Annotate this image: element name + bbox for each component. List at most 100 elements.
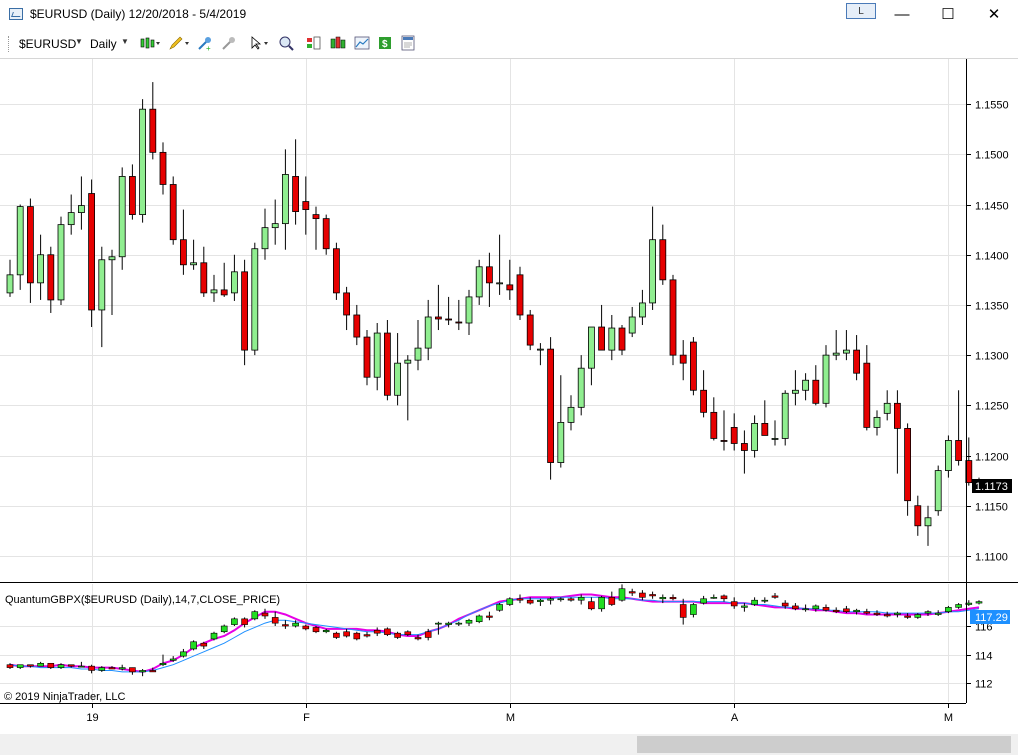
candle-body	[853, 349, 860, 374]
candle-body	[934, 470, 942, 512]
horizontal-scrollbar[interactable]	[0, 734, 1018, 755]
candle-body	[434, 316, 442, 320]
price-candle	[690, 337, 697, 396]
candle-body	[169, 184, 177, 241]
candle-body	[883, 402, 891, 414]
drawing-pencil-icon[interactable]	[168, 35, 190, 51]
candle-body	[220, 289, 228, 296]
data-box-icon[interactable]	[400, 35, 416, 51]
indicator-candle	[496, 603, 503, 612]
indicator-body	[526, 599, 534, 604]
close-icon[interactable]: ✕	[985, 6, 1003, 24]
candle-body	[557, 421, 565, 463]
candle-body	[312, 214, 320, 220]
insert-drawing-icon[interactable]: +	[197, 35, 213, 51]
candle-body	[241, 271, 249, 351]
chart-svg[interactable]: 1.1100 1.1150 1.1200 1.1250 1.1300 1.1350 1.14…	[0, 59, 1018, 734]
candle-body	[190, 262, 198, 266]
candle-body	[67, 212, 75, 226]
indicator-body	[516, 598, 524, 601]
indicator-body	[414, 637, 422, 640]
instrument-chevron-down-icon[interactable]: ▼	[75, 37, 83, 46]
minimize-icon[interactable]: —	[893, 6, 911, 24]
candle-body	[322, 218, 330, 250]
price-candle	[251, 242, 259, 356]
orders-dollar-icon[interactable]: $	[377, 35, 393, 51]
candle-body	[741, 443, 748, 451]
candle-body	[618, 327, 626, 351]
candle-body	[659, 239, 667, 281]
interval-chevron-down-icon[interactable]: ▼	[121, 37, 129, 46]
zoom-icon[interactable]	[278, 35, 294, 51]
maximize-icon[interactable]: ☐	[939, 6, 957, 24]
remove-drawing-icon[interactable]	[221, 35, 237, 51]
indicator-body	[812, 605, 820, 610]
candle-body	[679, 354, 687, 364]
indicator-body	[312, 627, 320, 633]
indicator-body	[210, 632, 218, 640]
time-tick-label: A	[731, 712, 739, 724]
strategies-icon[interactable]	[330, 35, 346, 51]
candle-body	[547, 348, 554, 463]
indicator-body	[822, 607, 830, 611]
indicator-body	[261, 612, 269, 617]
indicator-body	[27, 664, 34, 667]
indicator-candle	[506, 597, 514, 606]
candle-body	[210, 289, 218, 294]
indicator-body	[445, 622, 452, 625]
candle-body	[16, 206, 24, 276]
candle-body	[363, 336, 371, 378]
candle-body	[230, 271, 238, 294]
instrument-selector[interactable]: $EURUSD	[19, 37, 76, 51]
cursor-mode-icon[interactable]	[249, 35, 271, 51]
indicators-icon[interactable]	[306, 35, 322, 51]
chart-panel[interactable]: 1.1100 1.1150 1.1200 1.1250 1.1300 1.1350 1.14…	[0, 59, 1018, 734]
indicator-body	[649, 594, 656, 597]
indicator-body	[577, 597, 585, 601]
indicator-body	[792, 605, 799, 610]
indicator-body	[955, 604, 962, 608]
indicator-body	[231, 618, 238, 625]
scrollbar-thumb[interactable]	[637, 736, 1011, 753]
price-candle	[88, 179, 95, 328]
price-tick-label: 1.1100	[975, 552, 1008, 564]
copyright-text: © 2019 NinjaTrader, LLC	[4, 691, 125, 703]
candle-body	[914, 505, 922, 527]
chart-style-icon[interactable]	[354, 35, 370, 51]
price-candle	[547, 337, 554, 480]
indicator-candle	[384, 627, 391, 637]
indicator-body	[6, 664, 14, 668]
indicator-body	[751, 599, 758, 605]
indicator-body	[271, 617, 279, 624]
bar-type-icon[interactable]	[139, 35, 161, 51]
candle-body	[78, 205, 85, 213]
indicator-tick-label: 114	[975, 651, 993, 663]
indicator-body	[129, 667, 136, 673]
last-indicator-label: 117.29	[975, 612, 1008, 624]
indicator-body	[700, 598, 707, 604]
indicator-body	[853, 609, 860, 612]
candle-body	[700, 389, 707, 413]
indicator-body	[149, 670, 157, 673]
candle-body	[394, 362, 402, 396]
indicator-candle	[190, 640, 197, 651]
candle-body	[128, 176, 136, 215]
link-button[interactable]: L	[846, 3, 876, 19]
candle-body	[649, 239, 656, 304]
interval-selector[interactable]: Daily	[90, 37, 117, 51]
candle-body	[465, 296, 473, 324]
indicator-body	[333, 632, 340, 638]
indicator-body	[710, 597, 718, 599]
indicator-body	[190, 641, 197, 650]
chart-toolbar: $EURUSD ▼ Daily ▼ + $	[0, 30, 1018, 59]
indicator-candle	[475, 614, 483, 624]
indicator-candle	[353, 631, 361, 641]
candle-body	[343, 292, 351, 316]
indicator-body	[659, 597, 667, 600]
indicator-body	[282, 624, 289, 627]
candle-body	[37, 254, 44, 284]
indicator-body	[88, 665, 95, 671]
indicator-body	[404, 631, 412, 635]
candle-body	[424, 316, 432, 349]
indicator-body	[47, 662, 55, 668]
